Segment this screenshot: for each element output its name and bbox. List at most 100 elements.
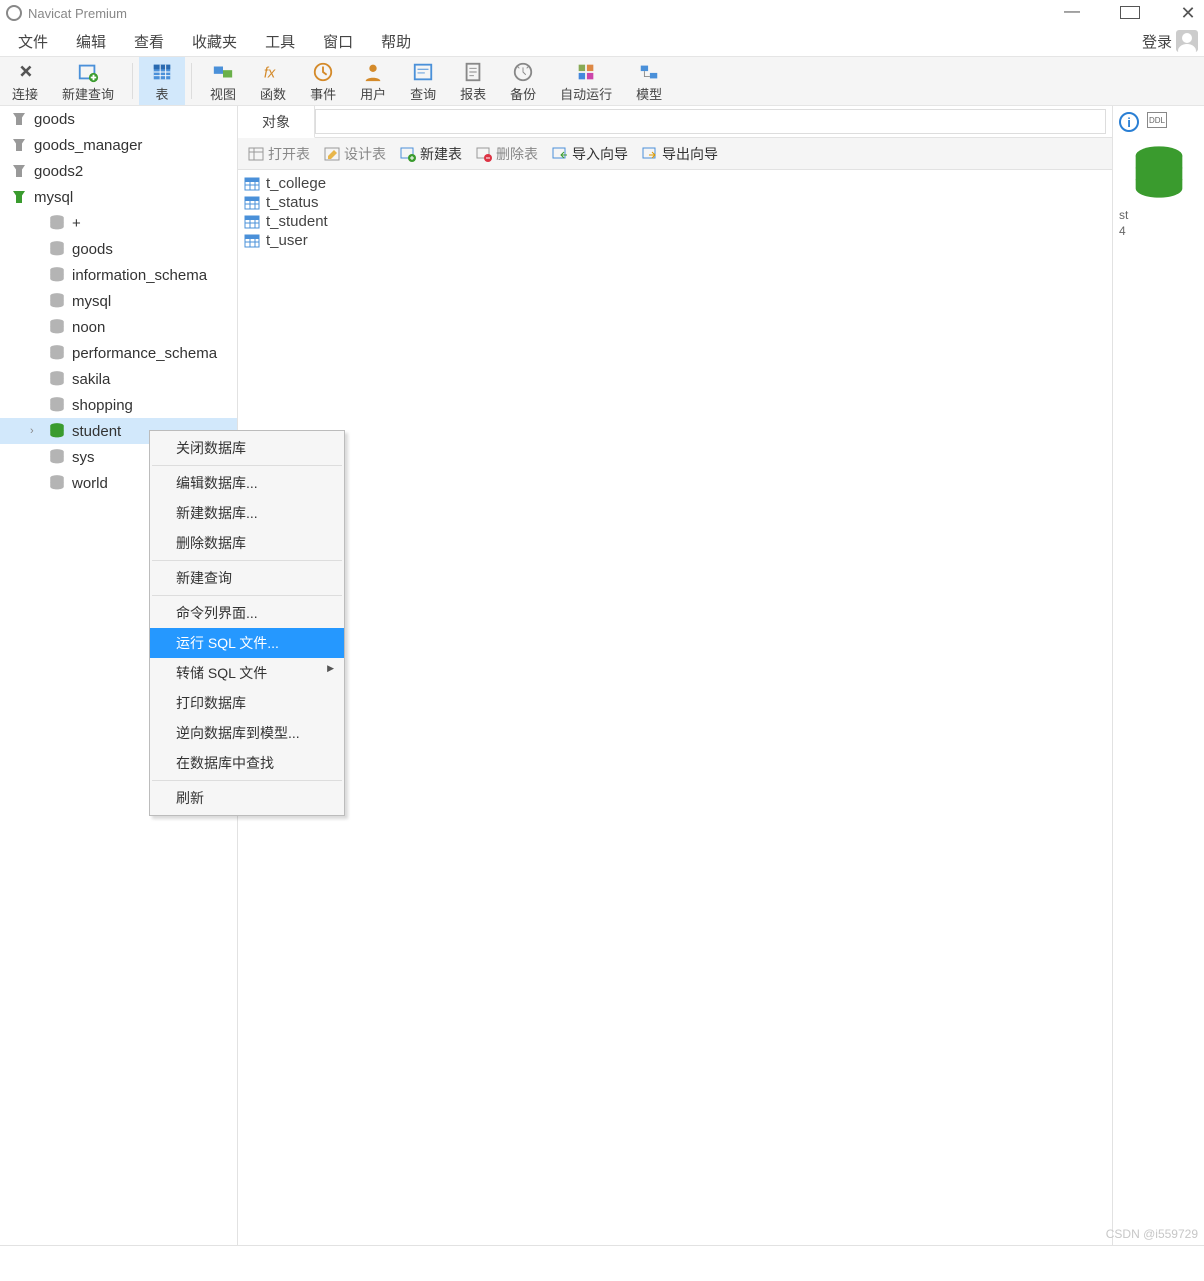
- new-table-button[interactable]: 新建表: [400, 144, 462, 164]
- menu-view[interactable]: 查看: [120, 27, 178, 56]
- minimize-button[interactable]: [1062, 3, 1082, 24]
- menu-file[interactable]: 文件: [4, 27, 62, 56]
- ctx-逆向数据库到模型[interactable]: 逆向数据库到模型...: [150, 718, 344, 748]
- toolbar-newquery-button[interactable]: 新建查询: [50, 57, 126, 105]
- database-goods[interactable]: goods: [0, 236, 237, 262]
- table-icon: [244, 195, 260, 211]
- table-icon: [244, 176, 260, 192]
- design-icon: [324, 146, 340, 162]
- toolbar-query-button[interactable]: 查询: [398, 57, 448, 105]
- ctx-新建数据库[interactable]: 新建数据库...: [150, 498, 344, 528]
- database-icon: [48, 292, 66, 310]
- menu-edit[interactable]: 编辑: [62, 27, 120, 56]
- table-t_college[interactable]: t_college: [238, 174, 1112, 193]
- toolbar-backup-button[interactable]: 备份: [498, 57, 548, 105]
- database-noon[interactable]: noon: [0, 314, 237, 340]
- database-large-icon: [1131, 144, 1187, 200]
- toolbar-fx-button[interactable]: fx函数: [248, 57, 298, 105]
- database-+[interactable]: +: [0, 210, 237, 236]
- svg-text:fx: fx: [264, 65, 276, 81]
- login-label: 登录: [1142, 31, 1172, 52]
- database-mysql[interactable]: mysql: [0, 288, 237, 314]
- ctx-关闭数据库[interactable]: 关闭数据库: [150, 433, 344, 463]
- table-t_user[interactable]: t_user: [238, 231, 1112, 250]
- ctx-运行SQL文件[interactable]: 运行 SQL 文件...: [150, 628, 344, 658]
- toolbar-user-button[interactable]: 用户: [348, 57, 398, 105]
- import-icon: [552, 146, 568, 162]
- menu-help[interactable]: 帮助: [367, 27, 425, 56]
- ctx-编辑数据库[interactable]: 编辑数据库...: [150, 468, 344, 498]
- ctx-删除数据库[interactable]: 删除数据库: [150, 528, 344, 558]
- table-t_student[interactable]: t_student: [238, 212, 1112, 231]
- design-table-button[interactable]: 设计表: [324, 144, 386, 164]
- report-icon: [462, 60, 484, 84]
- fx-icon: fx: [262, 60, 284, 84]
- maximize-button[interactable]: [1120, 3, 1140, 24]
- database-shopping[interactable]: shopping: [0, 392, 237, 418]
- app-logo-icon: [6, 5, 22, 21]
- toolbar-model-button[interactable]: 模型: [624, 57, 674, 105]
- new-table-icon: [400, 146, 416, 162]
- toolbar-view-button[interactable]: 视图: [198, 57, 248, 105]
- export-wizard-button[interactable]: 导出向导: [642, 144, 718, 164]
- database-icon: [48, 318, 66, 336]
- address-bar[interactable]: [315, 109, 1106, 134]
- menu-tools[interactable]: 工具: [251, 27, 309, 56]
- table-icon: [244, 233, 260, 249]
- database-icon: [48, 266, 66, 284]
- toolbar-table-button[interactable]: 表: [139, 57, 185, 105]
- export-icon: [642, 146, 658, 162]
- connection-goods[interactable]: goods: [0, 106, 237, 132]
- toolbar-auto-button[interactable]: 自动运行: [548, 57, 624, 105]
- ctx-在数据库中查找[interactable]: 在数据库中查找: [150, 748, 344, 778]
- connection-goods2[interactable]: goods2: [0, 158, 237, 184]
- close-button[interactable]: [1178, 3, 1198, 24]
- user-icon: [362, 60, 384, 84]
- tab-objects[interactable]: 对象: [238, 106, 315, 138]
- toolbar-plug-button[interactable]: 连接: [0, 57, 50, 105]
- database-icon: [48, 422, 66, 440]
- info-icon[interactable]: i: [1119, 112, 1139, 132]
- connection-icon: [10, 188, 28, 206]
- toolbar-event-button[interactable]: 事件: [298, 57, 348, 105]
- database-information_schema[interactable]: information_schema: [0, 262, 237, 288]
- ddl-icon[interactable]: DDL: [1147, 112, 1167, 128]
- expand-arrow-icon[interactable]: [30, 425, 42, 437]
- view-icon: [212, 60, 234, 84]
- auto-icon: [575, 60, 597, 84]
- delete-table-button[interactable]: 删除表: [476, 144, 538, 164]
- connection-mysql[interactable]: mysql: [0, 184, 237, 210]
- database-icon: [48, 240, 66, 258]
- login-button[interactable]: 登录: [1136, 26, 1204, 56]
- database-performance_schema[interactable]: performance_schema: [0, 340, 237, 366]
- table-icon: [151, 60, 173, 84]
- connection-icon: [10, 110, 28, 128]
- info-count: 4: [1119, 224, 1198, 238]
- toolbar-report-button[interactable]: 报表: [448, 57, 498, 105]
- query-icon: [412, 60, 434, 84]
- table-t_status[interactable]: t_status: [238, 193, 1112, 212]
- connection-icon: [10, 162, 28, 180]
- event-icon: [312, 60, 334, 84]
- table-icon: [248, 146, 264, 162]
- menu-window[interactable]: 窗口: [309, 27, 367, 56]
- ctx-新建查询[interactable]: 新建查询: [150, 563, 344, 593]
- database-icon: [48, 396, 66, 414]
- app-title: Navicat Premium: [28, 6, 127, 21]
- tabbar: 对象: [238, 106, 1112, 138]
- connection-goods_manager[interactable]: goods_manager: [0, 132, 237, 158]
- database-sakila[interactable]: sakila: [0, 366, 237, 392]
- ctx-命令列界面[interactable]: 命令列界面...: [150, 598, 344, 628]
- info-name: st: [1119, 208, 1198, 222]
- ctx-刷新[interactable]: 刷新: [150, 783, 344, 813]
- ctx-打印数据库[interactable]: 打印数据库: [150, 688, 344, 718]
- database-icon: [48, 448, 66, 466]
- open-table-button[interactable]: 打开表: [248, 144, 310, 164]
- table-icon: [244, 214, 260, 230]
- ctx-转储SQL文件[interactable]: 转储 SQL 文件: [150, 658, 344, 688]
- info-panel: i DDL st 4: [1112, 106, 1204, 1245]
- database-icon: [48, 370, 66, 388]
- context-menu[interactable]: 关闭数据库编辑数据库...新建数据库...删除数据库新建查询命令列界面...运行…: [149, 430, 345, 816]
- menu-favorites[interactable]: 收藏夹: [178, 27, 251, 56]
- import-wizard-button[interactable]: 导入向导: [552, 144, 628, 164]
